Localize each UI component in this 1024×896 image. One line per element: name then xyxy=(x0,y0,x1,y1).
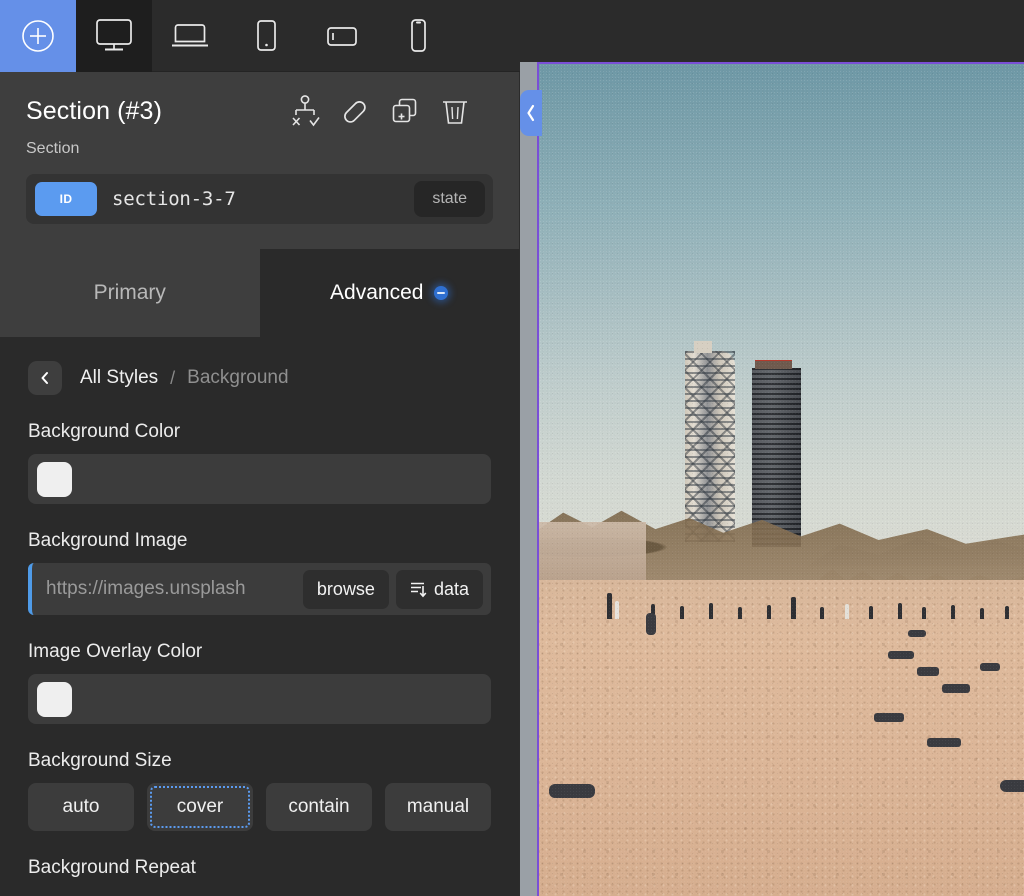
photo-tower-hotel-arts xyxy=(684,341,736,543)
minus-badge-icon xyxy=(434,286,449,300)
image-overlay-color-field: Image Overlay Color xyxy=(0,641,519,724)
breadcrumb-back-button[interactable] xyxy=(28,361,62,395)
add-button[interactable] xyxy=(0,0,76,72)
background-size-option-auto[interactable]: auto xyxy=(28,783,134,831)
chevron-left-icon xyxy=(527,104,535,122)
device-button-laptop[interactable] xyxy=(152,0,228,72)
data-download-icon xyxy=(410,582,427,598)
background-color-input[interactable] xyxy=(28,454,491,504)
breadcrumb-background: Background xyxy=(187,367,289,388)
move-to-icon[interactable] xyxy=(289,94,321,128)
background-size-option-manual[interactable]: manual xyxy=(385,783,491,831)
panel-header: Section (#3) Section xyxy=(0,72,519,158)
header-actions xyxy=(289,94,493,128)
data-button[interactable]: data xyxy=(395,569,483,609)
canvas-top-band xyxy=(520,0,1024,62)
browse-button[interactable]: browse xyxy=(302,569,389,609)
duplicate-icon[interactable] xyxy=(389,94,421,128)
background-size-options: auto cover contain manual xyxy=(28,783,491,831)
panel-tabs: Primary Advanced xyxy=(0,249,519,337)
tab-advanced[interactable]: Advanced xyxy=(259,249,519,337)
tablet-portrait-icon xyxy=(257,20,276,51)
tablet-landscape-icon xyxy=(327,27,357,46)
background-size-field: Background Size auto cover contain manua… xyxy=(0,750,519,831)
background-color-swatch[interactable] xyxy=(37,461,72,497)
laptop-icon xyxy=(172,24,208,47)
background-color-field: Background Color xyxy=(0,421,519,504)
selected-section-frame[interactable] xyxy=(537,62,1024,896)
tab-primary[interactable]: Primary xyxy=(0,249,260,337)
id-chip[interactable]: ID xyxy=(35,182,97,216)
background-image-row: browse data xyxy=(28,563,491,615)
canvas-preview[interactable] xyxy=(520,0,1024,896)
monitor-icon xyxy=(96,19,132,51)
inspector-panel: Section (#3) Section ID section-3-7 stat… xyxy=(0,72,519,896)
device-button-tablet-landscape[interactable] xyxy=(304,0,380,72)
image-overlay-color-input[interactable] xyxy=(28,674,491,724)
link-icon[interactable] xyxy=(339,94,371,128)
panel-collapse-handle[interactable] xyxy=(520,90,542,136)
browse-button-label: browse xyxy=(316,578,375,599)
element-id-value[interactable]: section-3-7 xyxy=(112,188,414,210)
device-strip xyxy=(76,0,456,72)
tab-primary-label: Primary xyxy=(93,281,166,304)
image-overlay-color-label: Image Overlay Color xyxy=(28,641,203,662)
data-button-label: data xyxy=(433,578,469,599)
advanced-panel-body: All Styles / Background Background Color… xyxy=(0,337,519,896)
trash-icon[interactable] xyxy=(439,94,471,128)
background-image-input[interactable] xyxy=(32,578,296,600)
chevron-left-icon xyxy=(41,372,48,384)
background-image-field: Background Image browse xyxy=(0,530,519,615)
photo-beach-crowd xyxy=(539,573,1024,619)
background-image-label: Background Image xyxy=(28,530,188,551)
background-color-label: Background Color xyxy=(28,421,181,442)
breadcrumb-separator: / xyxy=(170,367,176,388)
plus-circle-icon xyxy=(22,20,54,52)
background-repeat-field: Background Repeat xyxy=(0,857,519,879)
image-overlay-color-swatch[interactable] xyxy=(37,681,72,717)
element-id-row: ID section-3-7 state xyxy=(26,174,493,224)
tab-advanced-label: Advanced xyxy=(330,281,424,304)
page-title: Section (#3) xyxy=(26,96,162,125)
photo-tower-mapfre xyxy=(752,359,801,547)
canvas-gutter xyxy=(520,62,537,896)
breadcrumb-all-styles[interactable]: All Styles xyxy=(80,367,158,389)
phone-icon xyxy=(411,19,426,52)
section-background-photo xyxy=(539,64,1024,896)
panel-subtitle: Section xyxy=(26,140,80,157)
device-button-desktop[interactable] xyxy=(76,0,152,72)
background-size-option-contain[interactable]: contain xyxy=(266,783,372,831)
device-button-mobile[interactable] xyxy=(380,0,456,72)
background-repeat-label: Background Repeat xyxy=(28,857,196,878)
background-size-label: Background Size xyxy=(28,750,172,771)
background-size-option-cover[interactable]: cover xyxy=(147,783,253,831)
device-button-tablet[interactable] xyxy=(228,0,304,72)
breadcrumb: All Styles / Background xyxy=(0,337,519,395)
device-toolbar xyxy=(0,0,520,72)
app-root: Section (#3) Section ID section-3-7 stat… xyxy=(0,0,1024,896)
state-button[interactable]: state xyxy=(414,181,485,217)
